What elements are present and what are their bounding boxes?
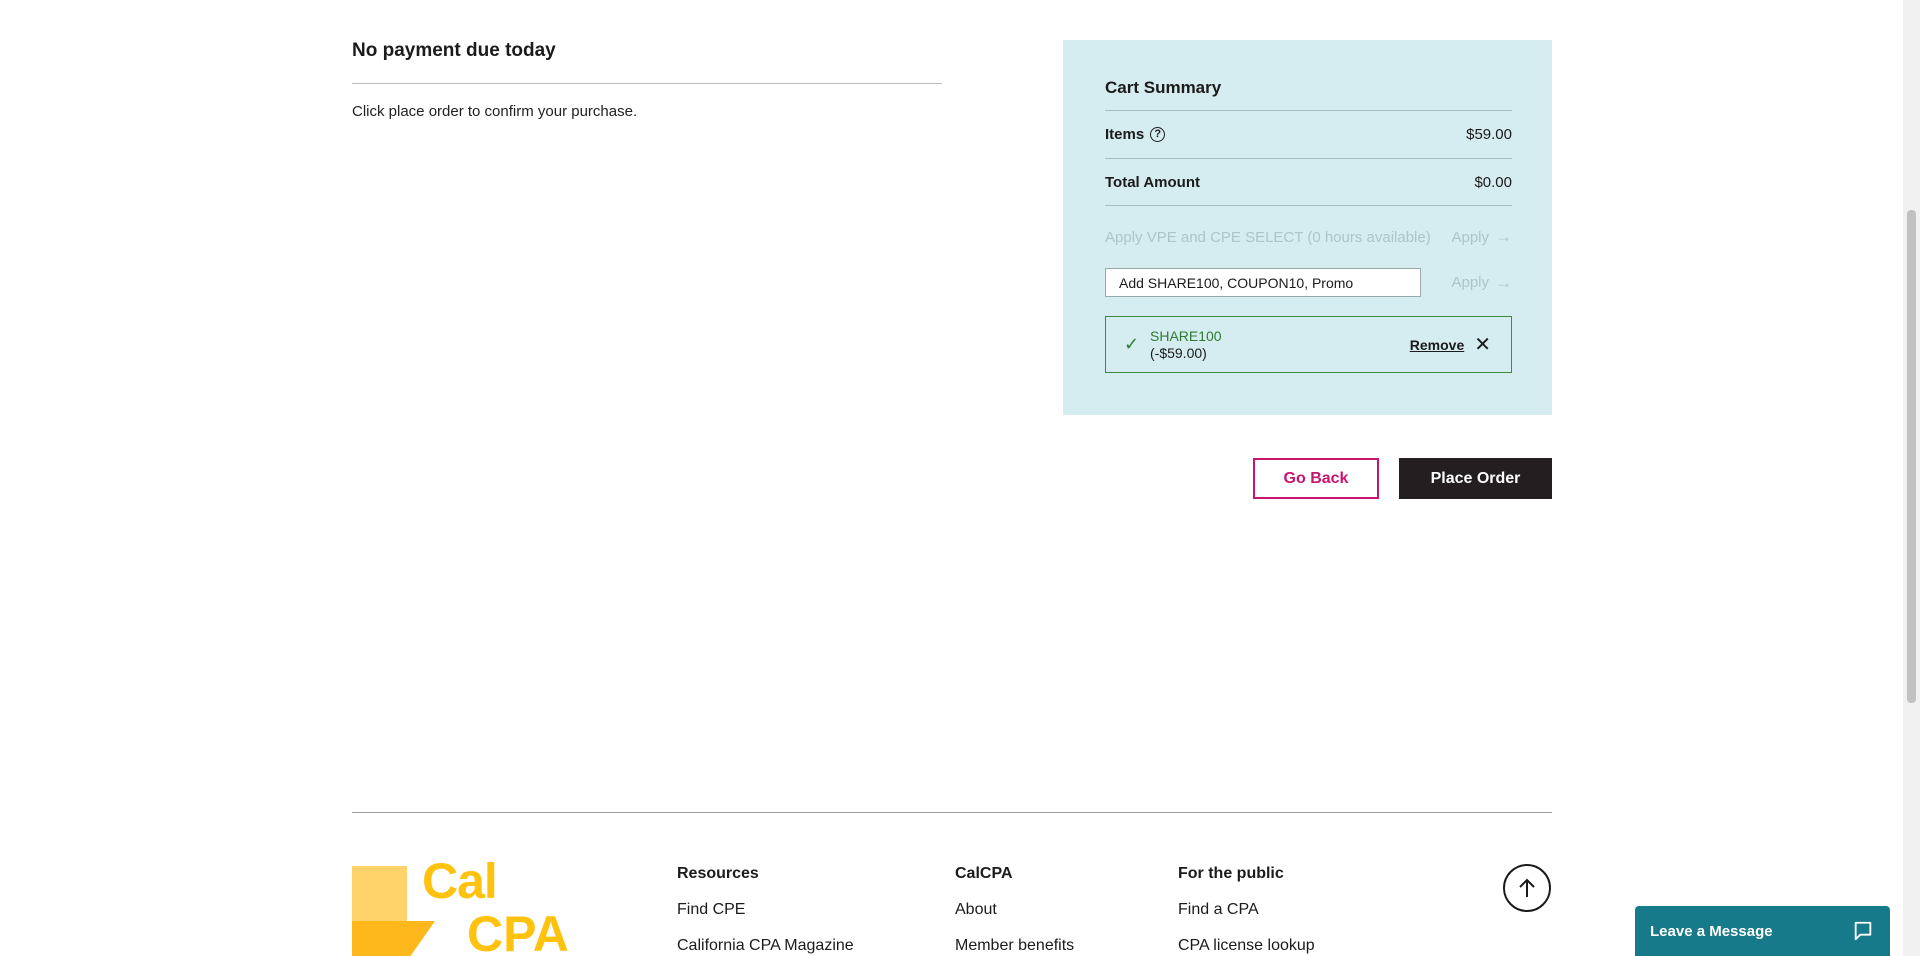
- applied-coupon-code: SHARE100: [1150, 327, 1222, 344]
- applied-coupon: ✓ SHARE100 (-$59.00) Remove ✕: [1105, 316, 1512, 373]
- logo-text-line2: CPA: [467, 906, 569, 956]
- cart-summary-title: Cart Summary: [1105, 78, 1222, 97]
- applied-coupon-details: SHARE100 (-$59.00): [1150, 328, 1222, 362]
- footer-divider: [352, 812, 1552, 813]
- scrollbar-thumb[interactable]: [1907, 210, 1916, 703]
- check-icon: ✓: [1124, 334, 1140, 354]
- applied-coupon-amount: (-$59.00): [1150, 344, 1207, 361]
- vpe-apply-button[interactable]: Apply →: [1451, 227, 1512, 247]
- logo-text-line1: Cal: [422, 862, 498, 909]
- chat-icon: [1854, 921, 1872, 941]
- payment-message: Click place order to confirm your purcha…: [352, 103, 638, 120]
- calcpa-logo[interactable]: Cal CPA: [352, 862, 582, 956]
- vpe-apply-label: Apply: [1451, 228, 1489, 246]
- coupon-input[interactable]: [1105, 268, 1421, 297]
- arrow-right-icon: →: [1495, 227, 1512, 246]
- footer-column-resources: Resources Find CPE California CPA Magazi…: [677, 864, 854, 956]
- scrollbar[interactable]: [1903, 0, 1920, 956]
- arrow-right-icon: →: [1495, 272, 1512, 292]
- payment-section: No payment due today Click place order t…: [352, 40, 942, 120]
- footer-column-calcpa: CalCPA About Member benefits: [955, 864, 1074, 956]
- logo-block: [352, 866, 407, 921]
- divider: [352, 83, 942, 84]
- footer-link-license-lookup[interactable]: CPA license lookup: [1178, 936, 1315, 956]
- footer-link-find-cpe[interactable]: Find CPE: [677, 900, 854, 920]
- items-value: $59.00: [1466, 126, 1512, 143]
- footer-heading: For the public: [1178, 865, 1284, 882]
- coupon-apply-button[interactable]: Apply →: [1451, 273, 1512, 293]
- footer-link-about[interactable]: About: [955, 900, 1074, 920]
- coupon-row: Apply →: [1105, 268, 1512, 297]
- back-to-top-button[interactable]: [1503, 864, 1551, 912]
- footer-column-public: For the public Find a CPA CPA license lo…: [1178, 864, 1315, 956]
- total-row: Total Amount $0.00: [1105, 158, 1512, 206]
- footer-heading: CalCPA: [955, 865, 1013, 882]
- footer-link-find-cpa[interactable]: Find a CPA: [1178, 900, 1315, 920]
- vpe-label: Apply VPE and CPE SELECT (0 hours availa…: [1105, 228, 1431, 246]
- payment-heading: No payment due today: [352, 40, 556, 61]
- place-order-button[interactable]: Place Order: [1399, 458, 1552, 499]
- remove-coupon-button[interactable]: Remove ✕: [1410, 335, 1491, 355]
- total-label: Total Amount: [1105, 173, 1200, 191]
- chat-label: Leave a Message: [1650, 922, 1773, 940]
- items-row: Items ? $59.00: [1105, 110, 1512, 158]
- total-value: $0.00: [1474, 173, 1512, 191]
- remove-link[interactable]: Remove: [1410, 337, 1464, 353]
- go-back-button[interactable]: Go Back: [1253, 458, 1379, 499]
- arrow-up-icon: [1519, 878, 1535, 897]
- chat-widget[interactable]: Leave a Message: [1635, 906, 1890, 956]
- coupon-apply-label: Apply: [1451, 274, 1489, 291]
- cart-summary-panel: Cart Summary Items ? $59.00 Total Amount…: [1063, 40, 1552, 415]
- items-label-group: Items ?: [1105, 126, 1166, 143]
- logo-block: [352, 921, 407, 956]
- items-label: Items: [1105, 126, 1145, 143]
- footer-link-member-benefits[interactable]: Member benefits: [955, 936, 1074, 956]
- footer-heading: Resources: [677, 865, 759, 882]
- logo-block: [407, 921, 435, 956]
- vpe-apply-row: Apply VPE and CPE SELECT (0 hours availa…: [1105, 226, 1512, 248]
- close-icon[interactable]: ✕: [1474, 335, 1491, 355]
- help-icon[interactable]: ?: [1150, 127, 1166, 142]
- footer-link-magazine[interactable]: California CPA Magazine: [677, 936, 854, 956]
